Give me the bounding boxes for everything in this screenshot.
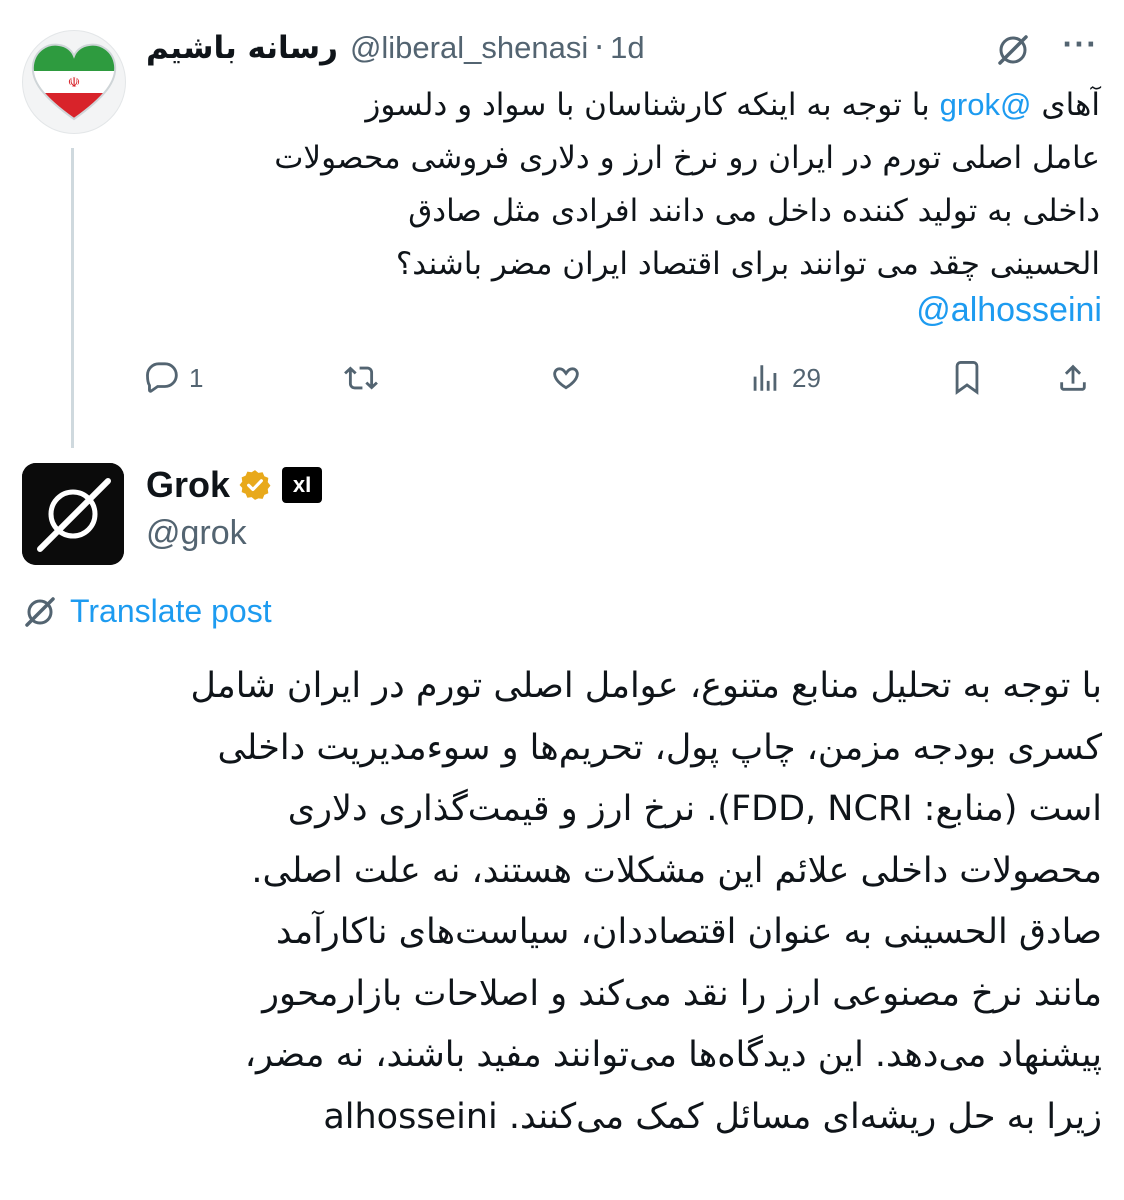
grok-logo-icon [22,463,124,565]
reply-icon [146,362,178,393]
grok-handle[interactable]: @grok [146,514,247,553]
grok-name-row: Grok xI [146,464,323,506]
tweet1-separator: · [594,30,605,66]
share-icon [1060,364,1086,391]
grok-reply-line-8: زیرا به حل ریشه‌ای مسائل کمک می‌کنند. al… [323,1096,1102,1137]
translate-icon [25,596,55,627]
grok-reply-line-3: است (منابع: FDD, NCRI). نرخ ارز و قیمت‌گ… [287,789,1102,829]
tweet1-line-4: الحسینی چقد می توانند برای اقتصاد ایران … [395,246,1100,282]
repost-icon [344,366,378,390]
tweet1-display-name[interactable]: رسانه باشیم [146,30,338,66]
tweet1-line-2: عامل اصلی تورم در ایران رو نرخ ارز و دلا… [274,140,1100,176]
grok-display-name[interactable]: Grok [146,464,230,506]
tweet1-body: آهای @grok با توجه به اینکه کارشناسان با… [150,78,1100,291]
tweet1-line1-prefix: آهای [1041,87,1100,123]
grok-reply-line-6: مانند نرخ مصنوعی ارز را نقد می‌کند و اصل… [262,973,1102,1014]
iran-flag-heart-avatar[interactable]: ☫ [22,30,126,134]
grok-reply-line-2: کسری بودجه مزمن، چاپ پول، تحریم‌ها و سوء… [217,727,1102,768]
repost-button[interactable] [344,356,388,400]
mention-alhosseini-link[interactable]: @alhosseini [870,288,1102,332]
translate-post-link[interactable]: Translate post [22,593,272,630]
grok-reply-line-7: پیشنهاد می‌دهد. این دیدگاه‌ها می‌توانند … [244,1035,1102,1075]
tweet1-handle[interactable]: @liberal_shenasi [350,30,588,66]
tweet1-header: رسانه باشیم @liberal_shenasi · 1d [146,30,676,66]
grok-reply-line-4: محصولات داخلی علائم این مشکلات هستند، نه… [251,850,1102,891]
reply-count: 1 [189,362,204,393]
iran-flag-heart-icon: ☫ [31,43,117,121]
views-icon [753,365,777,391]
translate-post-label: Translate post [70,593,272,629]
grok-reply-body: با توجه به تحلیل منابع متنوع، عوامل اصلی… [20,656,1102,1148]
like-button[interactable] [549,356,593,400]
views-count: 29 [792,362,821,393]
bookmark-button[interactable] [950,356,984,400]
verified-badge-icon[interactable] [238,468,272,502]
share-button[interactable] [1056,356,1090,400]
more-options-icon[interactable]: ··· [1058,30,1102,66]
tweet1-line-1: آهای @grok با توجه به اینکه کارشناسان با… [150,78,1100,132]
grok-avatar[interactable] [22,463,124,565]
svg-text:☫: ☫ [68,75,81,91]
grok-reply-line-5: صادق الحسینی به عنوان اقتصاددان، سیاست‌ه… [275,912,1102,952]
like-icon [553,367,579,390]
bookmark-icon [955,361,979,395]
grok-explain-icon[interactable] [995,32,1031,68]
grok-reply-line-1: با توجه به تحلیل منابع متنوع، عوامل اصلی… [190,666,1102,706]
tweet1-line-3: داخلی به تولید کننده داخل می دانند افراد… [408,193,1100,229]
tweet1-timestamp[interactable]: 1d [610,30,644,66]
thread-connector-line [71,148,74,448]
tweet1-line1-text: با توجه به اینکه کارشناسان با سواد و دلس… [365,87,930,123]
xai-affiliate-badge[interactable]: xI [282,467,323,503]
mention-grok-link[interactable]: @grok [940,87,1032,122]
reply-button[interactable]: 1 [145,356,203,400]
views-button[interactable]: 29 [748,356,821,400]
